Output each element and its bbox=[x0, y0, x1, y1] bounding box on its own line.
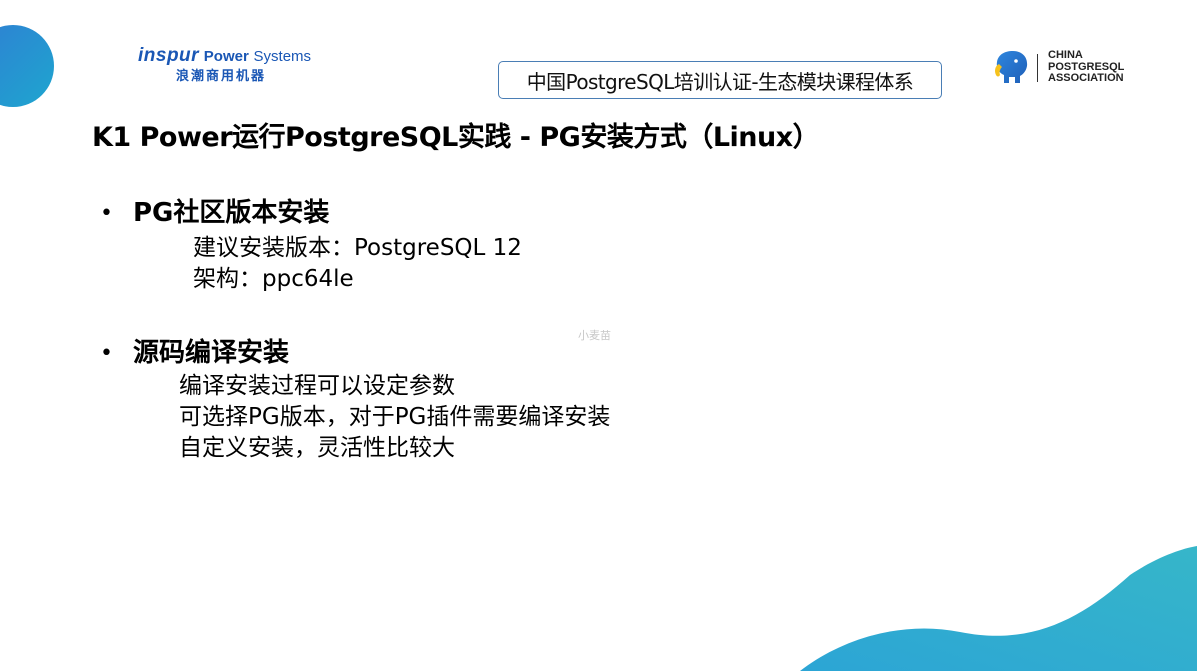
detail-line: 建议安装版本：PostgreSQL 12 bbox=[193, 235, 522, 261]
section-detail-list: 建议安装版本：PostgreSQL 12 架构：ppc64le bbox=[193, 233, 522, 295]
association-name: CHINA POSTGRESQL ASSOCIATION bbox=[1048, 49, 1124, 85]
bullet-marker: • bbox=[100, 340, 113, 366]
detail-line: 编译安装过程可以设定参数 bbox=[179, 373, 455, 399]
association-line-3: ASSOCIATION bbox=[1048, 72, 1124, 84]
association-line-1: CHINA bbox=[1048, 49, 1083, 61]
detail-line: 架构：ppc64le bbox=[193, 266, 354, 292]
section-heading: 源码编译安装 bbox=[133, 338, 290, 368]
inspur-logo: inspur Power Systems 浪潮商用机器 bbox=[138, 46, 338, 90]
course-title-box: 中国PostgreSQL培训认证-生态模块课程体系 bbox=[498, 61, 942, 99]
inspur-systems-text: Systems bbox=[253, 48, 312, 65]
elephant-logo-icon bbox=[995, 51, 1028, 83]
slide-title: K1 Power运行PostgreSQL实践 - PG安装方式（Linux） bbox=[92, 122, 820, 153]
section-heading: PG社区版本安装 bbox=[133, 198, 330, 228]
bullet-marker: • bbox=[100, 200, 113, 226]
watermark: 小麦苗 bbox=[578, 329, 611, 342]
detail-line: 可选择PG版本，对于PG插件需要编译安装 bbox=[179, 404, 611, 430]
decorative-circle bbox=[0, 25, 54, 107]
detail-line: 自定义安装，灵活性比较大 bbox=[179, 435, 455, 461]
logo-divider bbox=[1037, 54, 1038, 82]
section-community-install: • PG社区版本安装 建议安装版本：PostgreSQL 12 架构：ppc64… bbox=[100, 195, 522, 292]
course-title-text: 中国PostgreSQL培训认证-生态模块课程体系 bbox=[526, 69, 914, 94]
inspur-chinese-name: 浪潮商用机器 bbox=[176, 69, 267, 84]
china-postgresql-association-logo: CHINA POSTGRESQL ASSOCIATION bbox=[993, 48, 1153, 88]
section-detail-list: 编译安装过程可以设定参数 可选择PG版本，对于PG插件需要编译安装 自定义安装，… bbox=[179, 371, 610, 464]
inspur-brand-text: inspur bbox=[138, 45, 200, 66]
inspur-power-text: Power bbox=[203, 48, 249, 65]
section-source-compile: • 源码编译安装 编译安装过程可以设定参数 可选择PG版本，对于PG插件需要编译… bbox=[100, 335, 610, 461]
